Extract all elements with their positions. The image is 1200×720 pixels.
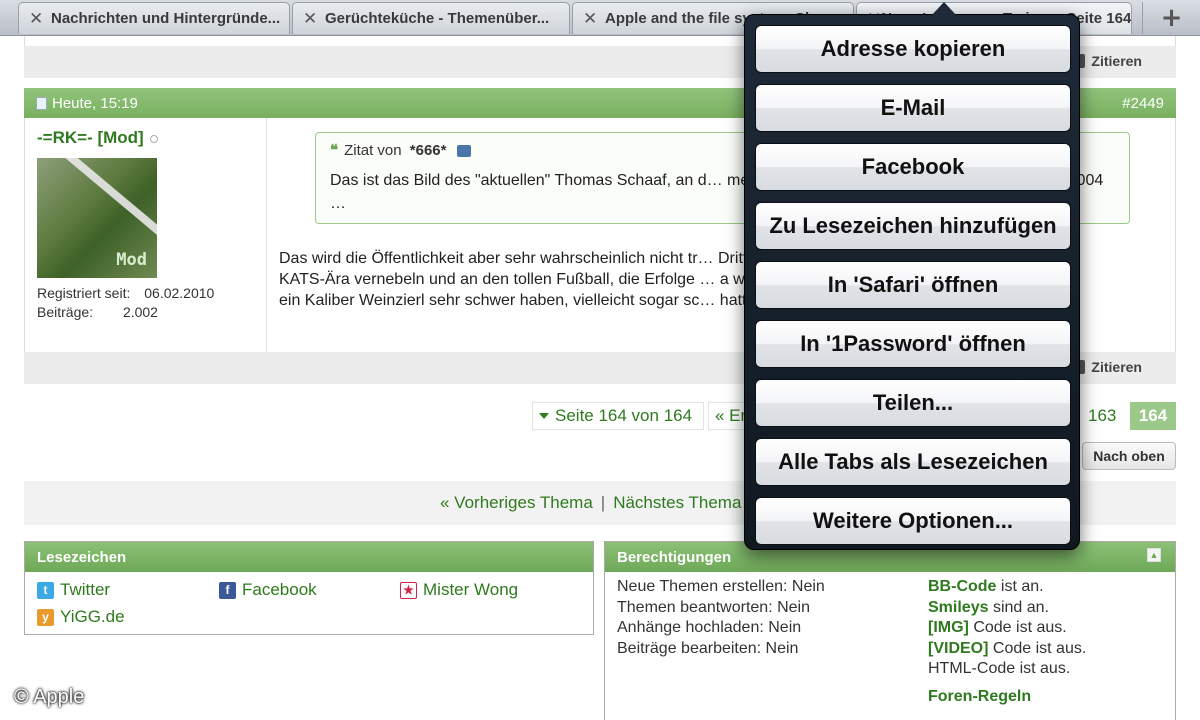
first-page-link[interactable]: « Er	[708, 402, 748, 430]
posts-count-row: Beiträge: 2.002	[37, 304, 158, 320]
code-status: ist an.	[1000, 578, 1044, 595]
code-setting: Smileys sind an.	[928, 598, 1086, 619]
registered-label: Registriert seit:	[37, 285, 131, 301]
add-bookmark-button[interactable]: Zu Lesezeichen hinzufügen	[755, 202, 1071, 250]
code-setting: BB-Code ist an.	[928, 577, 1086, 598]
go-to-post-icon[interactable]	[456, 145, 471, 158]
back-to-top-button[interactable]: Nach oben	[1082, 442, 1176, 470]
posts-value: 2.002	[122, 304, 158, 320]
page-select-dropdown[interactable]: Seite 164 von 164	[532, 402, 704, 430]
copy-address-button[interactable]: Adresse kopieren	[755, 25, 1071, 73]
copyright-watermark: © Apple	[14, 686, 85, 708]
quote-button[interactable]: ❞ Zitieren	[1069, 53, 1142, 69]
bookmark-all-tabs-button[interactable]: Alle Tabs als Lesezeichen	[755, 438, 1071, 486]
bookmark-mister-wong[interactable]: ★ Mister Wong	[400, 580, 518, 600]
next-thread-link[interactable]: Nächstes Thema	[613, 493, 741, 513]
permissions-title: Berechtigungen	[617, 548, 732, 566]
permission-rule: Beiträge bearbeiten: Nein	[617, 639, 799, 657]
previous-thread-link[interactable]: « Vorheriges Thema	[440, 493, 593, 513]
permission-rule: Neue Themen erstellen: Nein	[617, 578, 825, 595]
quote-intro: Zitat von	[344, 142, 402, 159]
offline-status-icon	[149, 135, 158, 143]
tab-rumors[interactable]: ✕ Gerüchteküche - Themenüber...	[292, 2, 570, 34]
permission-rule: Anhänge hochladen: Nein	[617, 619, 802, 636]
img-code-link[interactable]: [IMG]	[928, 619, 969, 636]
permissions-box: Berechtigungen ▲ Neue Themen erstellen: …	[604, 541, 1176, 720]
page-select-label: Seite 164 von 164	[555, 406, 693, 425]
close-icon[interactable]: ✕	[583, 9, 605, 29]
video-code-link[interactable]: [VIDEO]	[928, 640, 988, 657]
page-163-link[interactable]: 163	[1088, 402, 1116, 430]
share-button[interactable]: Teilen...	[755, 379, 1071, 427]
dropdown-arrow-icon	[539, 413, 549, 419]
email-button[interactable]: E-Mail	[755, 84, 1071, 132]
bookmark-label: Mister Wong	[423, 580, 519, 599]
bookmark-label: YiGG.de	[60, 607, 125, 626]
code-status: Code ist aus.	[992, 639, 1087, 657]
bookmarks-header: Lesezeichen	[25, 542, 593, 572]
code-status: sind an.	[992, 598, 1049, 616]
code-setting: [IMG] Code ist aus.	[928, 618, 1086, 639]
code-settings: BB-Code ist an. Smileys sind an. [IMG] C…	[928, 577, 1086, 680]
collapse-icon[interactable]: ▲	[1147, 548, 1161, 562]
share-popover-menu: Adresse kopieren E-Mail Facebook Zu Lese…	[744, 2, 1080, 550]
yigg-icon: y	[37, 608, 54, 626]
user-info: -=RK=- [Mod] Mod Registriert seit: 06.02…	[25, 118, 267, 352]
thread-nav-separator: |	[600, 493, 606, 512]
username-link[interactable]: -=RK=- [Mod]	[37, 128, 158, 148]
bookmarks-box: Lesezeichen t Twitter f Facebook ★ Miste…	[24, 541, 594, 635]
popover-arrow	[931, 2, 957, 16]
new-tab-button[interactable]: +	[1142, 2, 1200, 34]
quote-button-label: Zitieren	[1091, 359, 1142, 375]
quote-mark-icon: ❝	[330, 142, 339, 159]
bookmark-facebook[interactable]: f Facebook	[219, 580, 317, 600]
code-setting: [VIDEO] Code ist aus.	[928, 639, 1086, 660]
post-date: Heute, 15:19	[52, 94, 138, 112]
bookmark-label: Facebook	[242, 580, 317, 599]
smileys-link[interactable]: Smileys	[928, 599, 988, 616]
permission-rule: Themen beantworten: Nein	[617, 598, 810, 616]
bookmark-label: Twitter	[60, 580, 111, 599]
open-in-safari-button[interactable]: In 'Safari' öffnen	[755, 261, 1071, 309]
posts-label: Beiträge:	[37, 304, 94, 320]
tab-news[interactable]: ✕ Nachrichten und Hintergründe...	[18, 2, 290, 34]
quote-author: *666*	[409, 142, 447, 159]
quote-button-label: Zitieren	[1091, 53, 1142, 69]
forum-rules-link[interactable]: Foren-Regeln	[928, 688, 1031, 706]
bookmark-yigg[interactable]: y YiGG.de	[37, 607, 125, 627]
post-number-link[interactable]: #2449	[1122, 95, 1164, 112]
close-icon[interactable]: ✕	[29, 9, 51, 29]
permission-rules: Neue Themen erstellen: Nein Themen beant…	[617, 577, 825, 659]
facebook-button[interactable]: Facebook	[755, 143, 1071, 191]
avatar-chalk-line	[44, 158, 157, 250]
registered-value: 06.02.2010	[144, 285, 215, 301]
html-code-status: HTML-Code ist aus.	[928, 660, 1071, 677]
more-options-button[interactable]: Weitere Optionen...	[755, 497, 1071, 545]
current-page: 164	[1130, 402, 1176, 430]
tab-label: Gerüchteküche - Themenüber...	[325, 10, 550, 27]
quote-button[interactable]: ❞ Zitieren	[1069, 359, 1142, 375]
bbcode-link[interactable]: BB-Code	[928, 578, 996, 595]
tab-label: Nachrichten und Hintergründe...	[51, 10, 281, 27]
bookmark-twitter[interactable]: t Twitter	[37, 580, 110, 600]
username: -=RK=- [Mod]	[37, 128, 144, 147]
avatar[interactable]: Mod	[37, 158, 157, 278]
bookmarks-title: Lesezeichen	[37, 548, 127, 566]
star-icon: ★	[400, 581, 417, 599]
avatar-label: Mod	[116, 250, 147, 270]
document-icon	[36, 96, 47, 110]
registered-row: Registriert seit: 06.02.2010	[37, 285, 214, 301]
quote-header: ❝ Zitat von *666*	[330, 141, 471, 159]
twitter-icon: t	[37, 581, 54, 599]
open-in-1password-button[interactable]: In '1Password' öffnen	[755, 320, 1071, 368]
code-status: Code ist aus.	[973, 619, 1067, 636]
close-icon[interactable]: ✕	[303, 9, 325, 29]
facebook-icon: f	[219, 581, 236, 599]
